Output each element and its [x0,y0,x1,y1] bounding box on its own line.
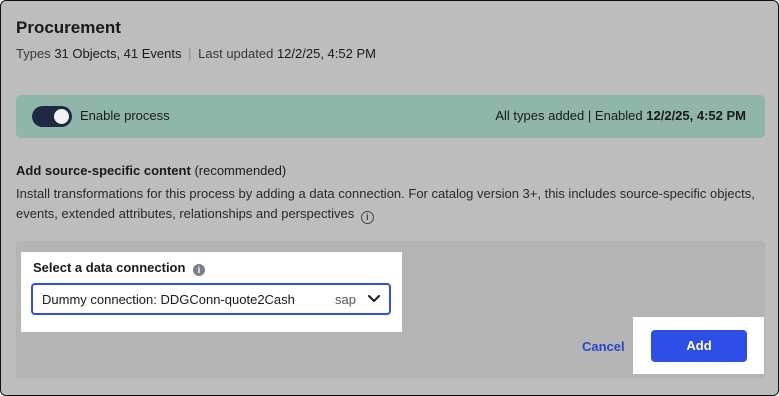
info-icon[interactable]: i [360,211,374,224]
status-separator: | [587,108,592,123]
data-connection-select[interactable]: Dummy connection: DDGConn-quote2Cash sap [31,283,391,315]
add-button-card: Add [633,317,764,374]
section-title-suffix: (recommended) [194,163,287,178]
cancel-button[interactable]: Cancel [582,339,625,354]
connection-select-card: Select a data connection i Dummy connect… [21,252,402,332]
types-added-status: All types added [495,108,585,123]
types-value: 31 Objects, 41 Events [54,46,182,61]
enabled-date: 12/2/25, 4:52 PM [646,108,746,123]
description-text: Install transformations for this process… [16,186,755,221]
updated-value: 12/2/25, 4:52 PM [276,46,376,61]
select-connection-label-text: Select a data connection [33,260,186,275]
process-meta: Types 31 Objects, 41 Events | Last updat… [16,46,376,61]
chevron-down-icon[interactable] [367,293,381,305]
types-label: Types [16,46,51,61]
add-button[interactable]: Add [651,330,747,362]
procurement-dialog: Procurement Types 31 Objects, 41 Events … [0,0,779,396]
toggle-knob [54,109,69,124]
info-icon[interactable]: i [193,264,206,276]
enabled-label: Enabled [594,108,643,123]
select-connection-label: Select a data connection i [33,260,206,276]
section-title: Add source-specific content (recommended… [16,163,286,178]
selected-connection: Dummy connection: DDGConn-quote2Cash [42,292,295,307]
updated-label: Last updated [198,46,274,61]
section-title-bold: Add source-specific content [16,163,191,178]
page-title: Procurement [16,18,121,37]
enable-process-label: Enable process [80,108,170,123]
section-description: Install transformations for this process… [16,184,766,224]
enable-process-toggle[interactable] [32,106,72,127]
banner-status: All types added | Enabled 12/2/25, 4:52 … [495,108,746,123]
connection-source-tag: sap [335,292,356,307]
enable-process-banner: Enable process All types added | Enabled… [16,95,765,138]
meta-separator: | [188,46,192,61]
